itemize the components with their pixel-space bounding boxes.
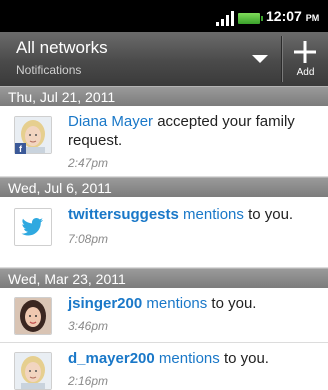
mentions-link[interactable]: mentions xyxy=(159,350,220,367)
header-divider xyxy=(281,36,282,82)
user-link[interactable]: jsinger200 xyxy=(68,295,142,312)
battery-icon xyxy=(238,13,263,24)
avatar xyxy=(14,208,52,246)
woman-blonde-avatar-icon xyxy=(15,353,51,389)
user-link[interactable]: twittersuggests xyxy=(68,206,179,223)
notification-item[interactable]: jsinger200 mentions to you. 3:46pm xyxy=(0,288,328,343)
notification-text: jsinger200 mentions to you. xyxy=(68,294,320,313)
notification-message: to you. xyxy=(243,206,294,223)
status-clock: 12:07 PM xyxy=(266,8,319,24)
notification-item[interactable]: d_mayer200 mentions to you. 2:16pm xyxy=(0,343,328,390)
notification-list: Thu, Jul 21, 2011 f Diana Mayer accepted… xyxy=(0,86,328,390)
notification-time: 7:08pm xyxy=(68,232,109,246)
twitter-bird-icon xyxy=(15,209,51,245)
notification-time: 2:47pm xyxy=(68,156,109,170)
user-link[interactable]: Diana Mayer xyxy=(68,113,153,130)
notification-text: d_mayer200 mentions to you. xyxy=(68,349,320,368)
filter-subtitle: Notifications xyxy=(16,63,82,77)
avatar xyxy=(14,352,52,390)
plus-icon xyxy=(294,41,316,63)
notification-message: to you. xyxy=(207,295,257,312)
mentions-link[interactable]: mentions xyxy=(183,206,244,223)
network-filter-dropdown[interactable]: All networks Notifications xyxy=(0,32,280,86)
mentions-link[interactable]: mentions xyxy=(146,295,207,312)
section-date-header: Wed, Jul 6, 2011 xyxy=(0,177,328,197)
chevron-down-icon xyxy=(252,55,268,63)
avatar xyxy=(14,297,52,335)
section-date-header: Wed, Mar 23, 2011 xyxy=(0,268,328,288)
notification-message: to you. xyxy=(219,350,269,367)
header-bar: All networks Notifications Add xyxy=(0,32,328,86)
notification-item[interactable]: twittersuggests mentions to you. 7:08pm xyxy=(0,197,328,268)
user-link[interactable]: d_mayer200 xyxy=(68,350,155,367)
clock-time: 12:07 xyxy=(266,8,302,24)
notification-text: Diana Mayer accepted your family request… xyxy=(68,112,320,150)
filter-title: All networks xyxy=(16,38,108,57)
section-date-header: Thu, Jul 21, 2011 xyxy=(0,86,328,106)
woman-dark-hair-avatar-icon xyxy=(15,298,51,334)
notification-item[interactable]: f Diana Mayer accepted your family reque… xyxy=(0,106,328,177)
notification-text: twittersuggests mentions to you. xyxy=(68,205,320,224)
screen: 12:07 PM All networks Notifications Add … xyxy=(0,0,328,390)
add-label: Add xyxy=(296,67,315,78)
status-bar: 12:07 PM xyxy=(0,0,328,32)
signal-strength-icon xyxy=(216,11,234,26)
notification-time: 2:16pm xyxy=(68,374,109,388)
add-button[interactable]: Add xyxy=(283,32,328,86)
clock-ampm: PM xyxy=(305,13,320,23)
notification-time: 3:46pm xyxy=(68,319,109,333)
facebook-badge-icon: f xyxy=(15,143,26,154)
